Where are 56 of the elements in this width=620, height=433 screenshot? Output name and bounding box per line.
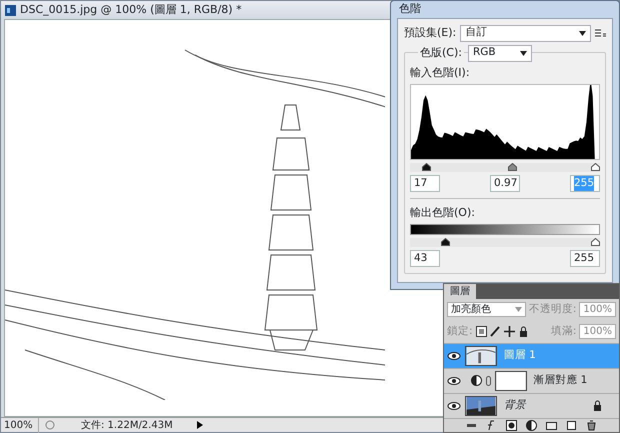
layer-name: 漸層對應 1 xyxy=(533,372,588,388)
blend-mode-dropdown[interactable]: 加亮顏色 xyxy=(447,302,526,318)
window-title: DSC_0015.jpg @ 100% (圖層 1, RGB/8) * xyxy=(20,2,242,18)
new-layer-icon[interactable] xyxy=(566,420,577,431)
level-input-field[interactable]: 0.97 xyxy=(490,175,520,192)
options-icon[interactable] xyxy=(595,28,606,38)
lock-label: 鎖定: xyxy=(447,324,473,339)
opacity-label: 不透明度: xyxy=(528,302,576,317)
layer-name: 背景 xyxy=(504,398,526,413)
layer-thumbnail xyxy=(465,346,497,366)
layer-name: 圖層 1 xyxy=(504,348,536,363)
dialog-title: 色階 xyxy=(399,1,421,17)
adjustment-icon xyxy=(470,375,482,386)
adjustment-icon[interactable] xyxy=(526,420,537,431)
brush-icon[interactable] xyxy=(490,326,501,338)
dropdown-caret-icon xyxy=(514,307,522,312)
layer-thumbnail xyxy=(465,396,497,416)
level-input-field[interactable]: 255 xyxy=(570,250,600,267)
level-input-field[interactable]: 43 xyxy=(410,250,440,267)
move-icon[interactable] xyxy=(504,326,515,338)
zoom-level[interactable]: 100% xyxy=(1,418,39,432)
level-slider-thumb[interactable] xyxy=(591,163,600,171)
opacity-field[interactable]: 100% xyxy=(579,302,616,318)
trash-icon[interactable] xyxy=(586,420,597,431)
menu-arrow-icon[interactable] xyxy=(197,421,203,429)
layer-row[interactable]: 漸層對應 1 xyxy=(444,368,619,392)
preset-dropdown[interactable]: 自訂 xyxy=(460,24,591,42)
lock-transparency-icon[interactable] xyxy=(476,326,487,338)
fx-icon[interactable] xyxy=(486,420,497,431)
eye-icon[interactable] xyxy=(447,400,461,410)
level-slider-thumb[interactable] xyxy=(508,163,517,171)
eye-icon[interactable] xyxy=(447,376,461,386)
app-icon xyxy=(5,4,16,16)
fill-label: 填滿: xyxy=(550,324,576,339)
preset-label: 預設集(E): xyxy=(404,24,456,41)
channel-dropdown[interactable]: RGB xyxy=(468,44,532,62)
folder-icon[interactable] xyxy=(546,420,557,431)
dropdown-caret-icon xyxy=(520,50,527,56)
layer-row[interactable]: 背景 xyxy=(444,392,619,418)
level-slider-thumb[interactable] xyxy=(440,238,450,246)
lock-icon[interactable] xyxy=(518,326,529,338)
fill-field[interactable]: 100% xyxy=(579,324,616,340)
layers-tab[interactable]: 圖層 xyxy=(444,284,476,299)
level-input-field[interactable]: 17 xyxy=(410,175,440,192)
input-levels-label: 輸入色階(I): xyxy=(410,64,471,80)
chain-icon xyxy=(486,376,490,386)
file-size-info: 文件: 1.22M/2.43M xyxy=(80,418,174,432)
status-icon xyxy=(45,420,55,430)
eye-icon[interactable] xyxy=(447,350,461,360)
mask-icon[interactable] xyxy=(506,420,517,431)
level-slider-thumb[interactable] xyxy=(422,163,432,171)
level-slider-thumb[interactable] xyxy=(591,238,600,246)
dropdown-caret-icon xyxy=(579,30,586,36)
lock-icon xyxy=(592,400,602,411)
output-levels-label: 輸出色階(O): xyxy=(410,204,476,220)
mask-thumbnail xyxy=(494,370,526,390)
